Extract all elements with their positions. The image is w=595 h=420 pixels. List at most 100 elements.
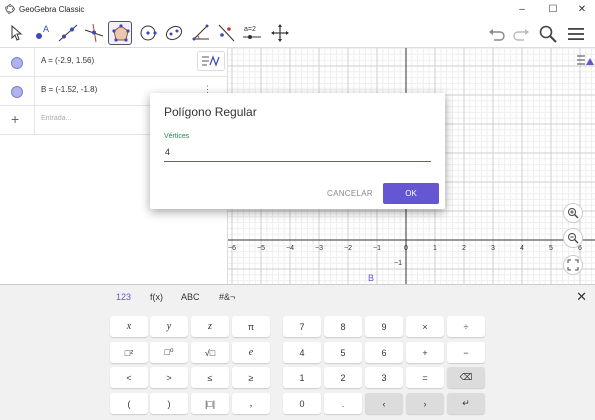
- key-less[interactable]: <: [110, 367, 148, 388]
- key-y[interactable]: y: [150, 316, 188, 337]
- undo-icon: [489, 29, 505, 41]
- tab-letters[interactable]: ABC: [181, 292, 200, 302]
- key-power[interactable]: □⁰: [150, 342, 188, 363]
- visibility-toggle[interactable]: [11, 86, 23, 98]
- line-icon: [58, 24, 78, 42]
- vertices-input[interactable]: [164, 143, 431, 162]
- close-keyboard-icon[interactable]: ✕: [576, 289, 587, 305]
- algebra-input[interactable]: Entrada...: [41, 115, 71, 122]
- move-tool-button[interactable]: [4, 21, 28, 45]
- graphics-style-bar-toggle[interactable]: [576, 52, 594, 70]
- reflect-tool-button[interactable]: [214, 21, 238, 45]
- fullscreen-button[interactable]: [563, 255, 583, 275]
- cancel-button[interactable]: CANCELAR: [322, 183, 378, 204]
- key-7[interactable]: 7: [283, 316, 321, 337]
- algebra-item[interactable]: A = (-2.9, 1.56): [0, 48, 228, 77]
- ellipse-icon: [165, 25, 183, 41]
- key-z[interactable]: z: [191, 316, 229, 337]
- key-8[interactable]: 8: [324, 316, 362, 337]
- regular-polygon-tool-button[interactable]: [108, 21, 132, 45]
- key-sqrt[interactable]: √□: [191, 342, 229, 363]
- key-x[interactable]: x: [110, 316, 148, 337]
- key-e[interactable]: e: [232, 342, 270, 363]
- slider-tool-label: a=2: [244, 26, 256, 33]
- move-graphics-tool-button[interactable]: [268, 21, 292, 45]
- backspace-key[interactable]: ⌫: [447, 367, 485, 388]
- tab-functions[interactable]: f(x): [150, 292, 163, 302]
- tab-numbers[interactable]: 123: [116, 292, 131, 302]
- key-2[interactable]: 2: [324, 367, 362, 388]
- point-b-label: B: [368, 273, 374, 283]
- point-tool-button[interactable]: A: [30, 21, 54, 45]
- key-3[interactable]: 3: [365, 367, 403, 388]
- zoom-in-button[interactable]: [563, 203, 583, 223]
- y-tick-label: −1: [394, 260, 402, 267]
- key-squared[interactable]: □²: [110, 342, 148, 363]
- svg-text:A: A: [43, 24, 49, 34]
- key-geq[interactable]: ≥: [232, 367, 270, 388]
- key-4[interactable]: 4: [283, 342, 321, 363]
- x-tick-label: 3: [491, 245, 495, 252]
- key-1[interactable]: 1: [283, 367, 321, 388]
- row-divider: [34, 77, 35, 105]
- key-6[interactable]: 6: [365, 342, 403, 363]
- key-greater[interactable]: >: [150, 367, 188, 388]
- dialog-title: Polígono Regular: [164, 105, 257, 119]
- window-title: GeoGebra Classic: [19, 4, 85, 14]
- enter-key[interactable]: ↵: [447, 393, 485, 414]
- algebra-description-toggle[interactable]: [197, 51, 225, 71]
- key-pi[interactable]: π: [232, 316, 270, 337]
- tab-symbols[interactable]: #&¬: [219, 292, 235, 302]
- key-minus[interactable]: −: [447, 342, 485, 363]
- key-divide[interactable]: ÷: [447, 316, 485, 337]
- key-dot[interactable]: .: [324, 393, 362, 414]
- slider-tool-button[interactable]: a=2: [240, 21, 264, 45]
- zoom-out-button[interactable]: [563, 228, 583, 248]
- visibility-toggle[interactable]: [11, 57, 23, 69]
- row-divider: [34, 48, 35, 76]
- x-tick-label: −6: [228, 245, 236, 252]
- key-comma[interactable]: ,: [232, 393, 270, 414]
- key-close-paren[interactable]: ): [150, 393, 188, 414]
- fullscreen-icon: [567, 259, 579, 271]
- search-button[interactable]: [537, 23, 559, 45]
- main-menu-button[interactable]: [565, 23, 587, 45]
- add-icon[interactable]: +: [11, 111, 19, 127]
- circle-tool-button[interactable]: [136, 21, 160, 45]
- maximize-button[interactable]: ☐: [541, 0, 565, 18]
- left-arrow-key[interactable]: ‹: [365, 393, 403, 414]
- key-times[interactable]: ×: [406, 316, 444, 337]
- minimize-button[interactable]: –: [510, 0, 534, 18]
- menu-icon: [568, 28, 584, 40]
- angle-icon: [192, 24, 209, 41]
- virtual-keyboard: 123 f(x) ABC #&¬ ✕ x y z π 7 8 9 × ÷ □² □⁰ √□ e 4 5 6 + −…: [0, 284, 595, 420]
- key-9[interactable]: 9: [365, 316, 403, 337]
- close-window-button[interactable]: ✕: [570, 0, 594, 18]
- ok-button[interactable]: OK: [383, 183, 439, 204]
- redo-button[interactable]: [510, 23, 532, 45]
- x-tick-label: −2: [344, 245, 352, 252]
- key-abs[interactable]: |□|: [191, 393, 229, 414]
- circle-center-point-icon: [140, 25, 157, 41]
- angle-tool-button[interactable]: [188, 21, 212, 45]
- algebra-item-text: A = (-2.9, 1.56): [41, 56, 95, 65]
- perpendicular-line-tool-button[interactable]: [82, 21, 106, 45]
- key-plus[interactable]: +: [406, 342, 444, 363]
- key-0[interactable]: 0: [283, 393, 321, 414]
- key-leq[interactable]: ≤: [191, 367, 229, 388]
- toolbar: A a=2: [0, 18, 595, 48]
- row-divider: [34, 106, 35, 134]
- ellipse-tool-button[interactable]: [162, 21, 186, 45]
- x-tick-label: −1: [373, 245, 381, 252]
- line-tool-button[interactable]: [56, 21, 80, 45]
- point-icon: A: [36, 24, 49, 39]
- vertices-label: Vértices: [164, 133, 190, 140]
- keyboard-tabs: 123 f(x) ABC #&¬ ✕: [0, 285, 595, 309]
- undo-button[interactable]: [486, 23, 508, 45]
- x-tick-label: 5: [549, 245, 553, 252]
- key-equals[interactable]: =: [406, 367, 444, 388]
- right-arrow-key[interactable]: ›: [406, 393, 444, 414]
- key-open-paren[interactable]: (: [110, 393, 148, 414]
- key-5[interactable]: 5: [324, 342, 362, 363]
- x-tick-label: −5: [257, 245, 265, 252]
